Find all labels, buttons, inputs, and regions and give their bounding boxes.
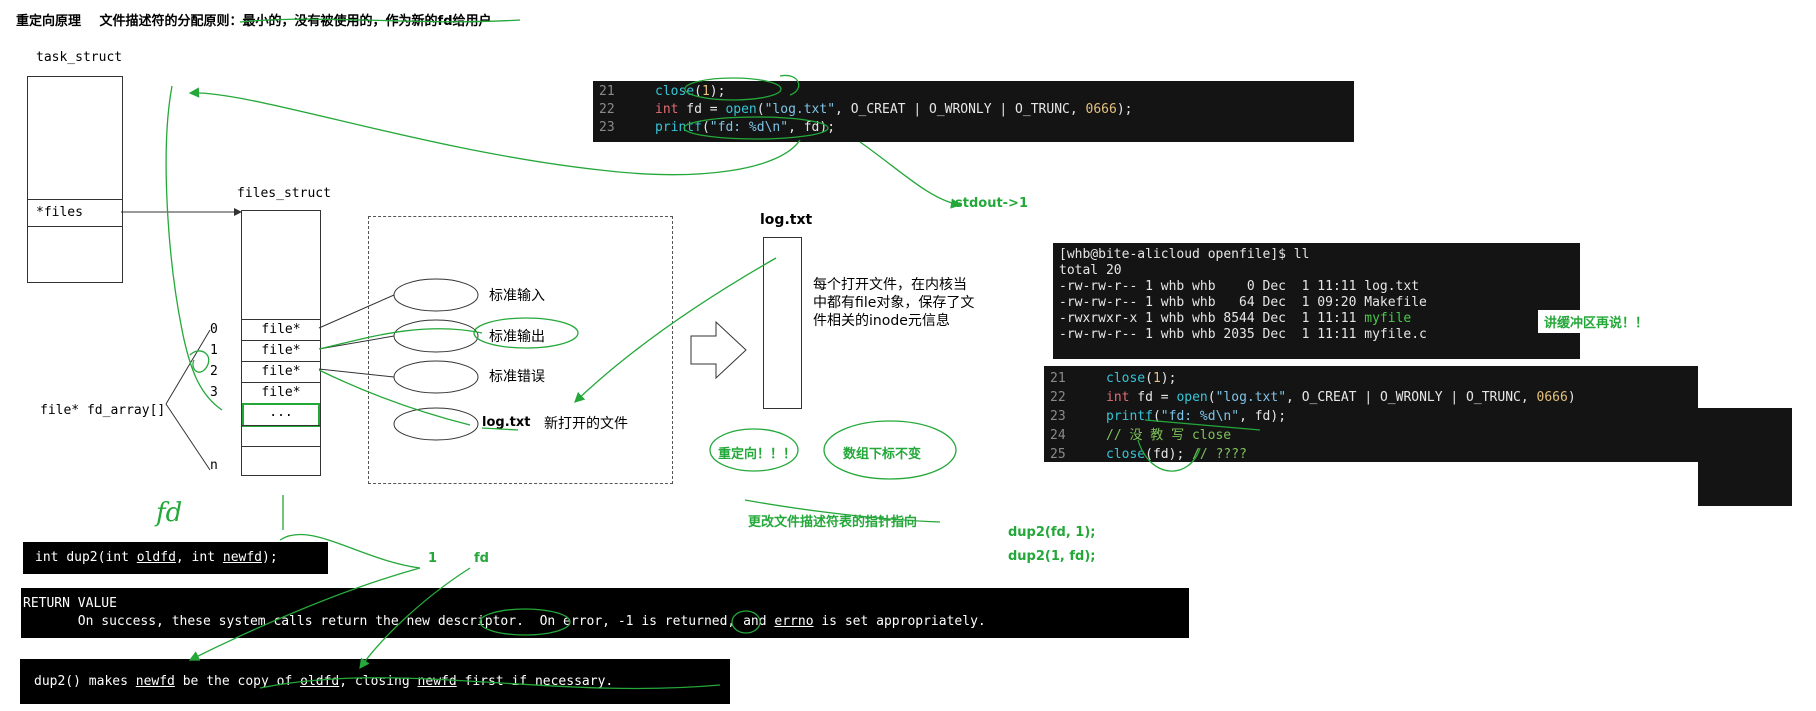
fd0-pointer	[318, 294, 395, 329]
circle-newdesc	[479, 608, 571, 636]
circle-minus1	[731, 610, 761, 634]
log-underline	[481, 427, 519, 431]
circle-index	[823, 420, 957, 480]
circle-redirect	[709, 428, 799, 472]
tick-close	[779, 74, 800, 96]
circle-close-fd	[1137, 439, 1201, 472]
scribble-desc	[259, 677, 721, 690]
arrow-stdout	[859, 141, 962, 209]
curve-dup	[279, 533, 421, 569]
pointer-underline	[744, 499, 941, 523]
circle-printf	[683, 116, 829, 140]
circle-close1	[684, 77, 782, 101]
title-underline	[239, 18, 521, 23]
arrow-newfd	[359, 567, 471, 670]
arrow-oldfd	[188, 567, 421, 661]
fd-array-bracket	[165, 329, 211, 471]
stderr-file-ellipse	[393, 360, 479, 394]
block-arrow	[690, 320, 747, 380]
circle-stdout	[473, 317, 579, 349]
arrow-logtxt	[574, 257, 777, 403]
stdout-strike	[318, 328, 483, 350]
stdin-file-ellipse	[393, 278, 479, 312]
strike-comment	[1144, 419, 1261, 431]
annotation-layer	[121, 18, 1261, 690]
stdout-file-ellipse	[393, 319, 479, 353]
arrow-to-fd1	[188, 87, 801, 176]
